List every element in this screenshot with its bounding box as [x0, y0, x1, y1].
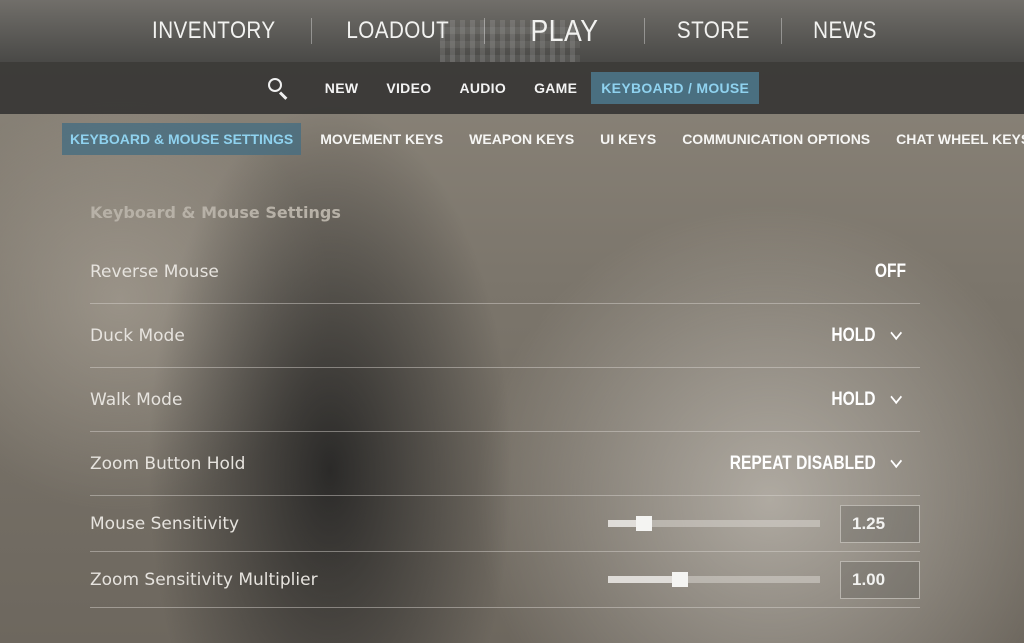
setting-row-zoom-button-hold: Zoom Button Hold REPEAT DISABLED [90, 432, 920, 496]
zoom-sensitivity-input[interactable]: 1.00 [840, 560, 920, 599]
setting-value: HOLD [831, 324, 876, 346]
setting-row-duck-mode: Duck Mode HOLD [90, 304, 920, 368]
nav-play[interactable]: PLAY [496, 13, 633, 49]
slider-thumb[interactable] [672, 572, 689, 587]
setting-label: Zoom Button Hold [90, 453, 246, 474]
nav-separator [311, 18, 313, 44]
nav-separator [483, 18, 485, 44]
setting-row-reverse-mouse: Reverse Mouse OFF [90, 240, 920, 304]
slider-group: 1.25 [608, 504, 920, 543]
setting-label: Duck Mode [90, 325, 185, 346]
category-tab-communication-options[interactable]: COMMUNICATION OPTIONS [669, 123, 883, 155]
tab-new[interactable]: NEW [311, 72, 373, 104]
slider-thumb[interactable] [636, 516, 653, 531]
chevron-down-icon [890, 389, 903, 404]
setting-value: REPEAT DISABLED [729, 452, 876, 474]
setting-label: Walk Mode [90, 389, 183, 410]
nav-separator [781, 18, 783, 44]
setting-row-zoom-sensitivity-multiplier: Zoom Sensitivity Multiplier 1.00 [90, 552, 920, 608]
tab-keyboard-mouse[interactable]: KEYBOARD / MOUSE [591, 72, 760, 104]
nav-separator [643, 18, 645, 44]
chevron-down-icon [890, 453, 903, 468]
walk-mode-dropdown[interactable]: HOLD [832, 389, 920, 411]
zoom-button-hold-dropdown[interactable]: REPEAT DISABLED [730, 453, 920, 475]
setting-value: HOLD [831, 388, 876, 410]
setting-label: Mouse Sensitivity [90, 513, 240, 534]
main-nav: INVENTORY LOADOUT PLAY STORE NEWS [0, 0, 1024, 62]
category-tab-keyboard-mouse-settings[interactable]: KEYBOARD & MOUSE SETTINGS [62, 123, 302, 155]
settings-list: Reverse Mouse OFF Duck Mode HOLD Walk Mo… [90, 240, 920, 608]
tab-game[interactable]: GAME [520, 72, 591, 104]
reverse-mouse-toggle[interactable]: OFF [875, 261, 906, 283]
setting-row-mouse-sensitivity: Mouse Sensitivity 1.25 [90, 496, 920, 552]
nav-loadout[interactable]: LOADOUT [324, 17, 472, 45]
mouse-sensitivity-input[interactable]: 1.25 [840, 504, 920, 543]
setting-label: Reverse Mouse [90, 261, 219, 282]
section-title: Keyboard & Mouse Settings [90, 203, 341, 222]
nav-news[interactable]: NEWS [791, 17, 899, 45]
slider-fill [608, 576, 681, 583]
category-tab-ui-keys[interactable]: UI KEYS [587, 123, 669, 155]
nav-inventory[interactable]: INVENTORY [129, 17, 297, 45]
tab-audio[interactable]: AUDIO [445, 72, 520, 104]
category-tab-chat-wheel-keys[interactable]: CHAT WHEEL KEYS [883, 123, 1024, 155]
duck-mode-dropdown[interactable]: HOLD [832, 325, 920, 347]
category-tab-weapon-keys[interactable]: WEAPON KEYS [456, 123, 587, 155]
chevron-down-icon [890, 325, 903, 340]
setting-value: OFF [874, 260, 906, 282]
search-icon-ring [267, 78, 282, 92]
nav-store[interactable]: STORE [654, 17, 772, 45]
zoom-sensitivity-slider[interactable] [608, 572, 820, 587]
category-tab-movement-keys[interactable]: MOVEMENT KEYS [307, 123, 456, 155]
category-tabs: KEYBOARD & MOUSE SETTINGS MOVEMENT KEYS … [62, 122, 1024, 156]
search-icon-handle [278, 91, 288, 100]
setting-label: Zoom Sensitivity Multiplier [90, 569, 318, 590]
search-icon[interactable] [265, 75, 291, 101]
setting-row-walk-mode: Walk Mode HOLD [90, 368, 920, 432]
settings-tabs: NEW VIDEO AUDIO GAME KEYBOARD / MOUSE [0, 62, 1024, 114]
mouse-sensitivity-slider[interactable] [608, 516, 820, 531]
tab-video[interactable]: VIDEO [372, 72, 445, 104]
slider-group: 1.00 [608, 560, 920, 599]
